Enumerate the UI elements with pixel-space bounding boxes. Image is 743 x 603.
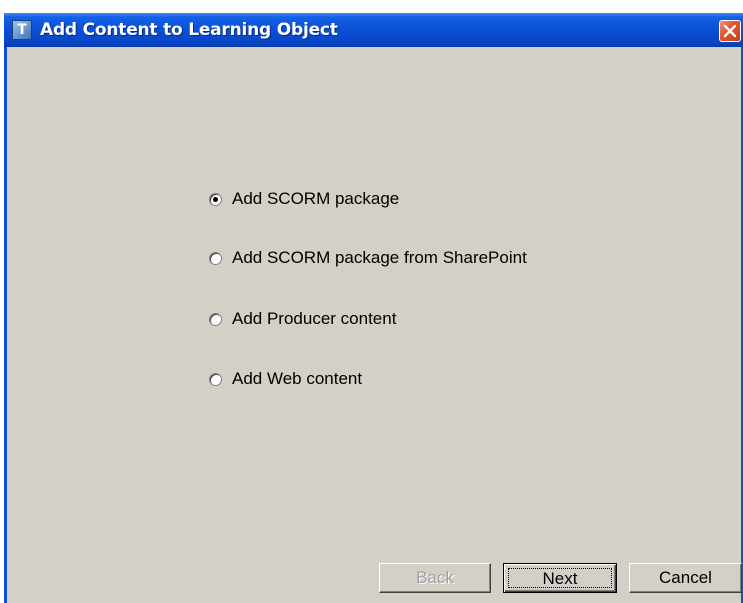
- option-label: Add SCORM package from SharePoint: [232, 248, 527, 267]
- option-add-scorm-package[interactable]: Add SCORM package: [209, 188, 399, 210]
- radio-add-scorm-package[interactable]: [209, 192, 222, 206]
- title-bar[interactable]: T Add Content to Learning Object: [4, 13, 743, 47]
- app-icon-glyph: T: [17, 22, 27, 38]
- option-label: Add Producer content: [232, 309, 397, 328]
- close-button[interactable]: [719, 20, 741, 42]
- option-label: Add Web content: [232, 369, 363, 388]
- cancel-button[interactable]: Cancel: [629, 563, 742, 593]
- app-icon: T: [12, 20, 32, 40]
- next-button[interactable]: Next: [503, 563, 617, 593]
- window-title: Add Content to Learning Object: [40, 20, 338, 40]
- radio-add-producer-content[interactable]: [209, 312, 222, 326]
- radio-add-scorm-from-sharepoint[interactable]: [209, 251, 222, 265]
- option-add-producer-content[interactable]: Add Producer content: [209, 308, 396, 330]
- option-add-web-content[interactable]: Add Web content: [209, 368, 362, 390]
- option-add-scorm-from-sharepoint[interactable]: Add SCORM package from SharePoint: [209, 247, 527, 269]
- back-button[interactable]: Back: [379, 563, 491, 593]
- option-label: Add SCORM package: [232, 189, 400, 208]
- radio-add-web-content[interactable]: [209, 372, 222, 386]
- next-button-label: Next: [508, 568, 612, 588]
- close-icon: [723, 24, 737, 38]
